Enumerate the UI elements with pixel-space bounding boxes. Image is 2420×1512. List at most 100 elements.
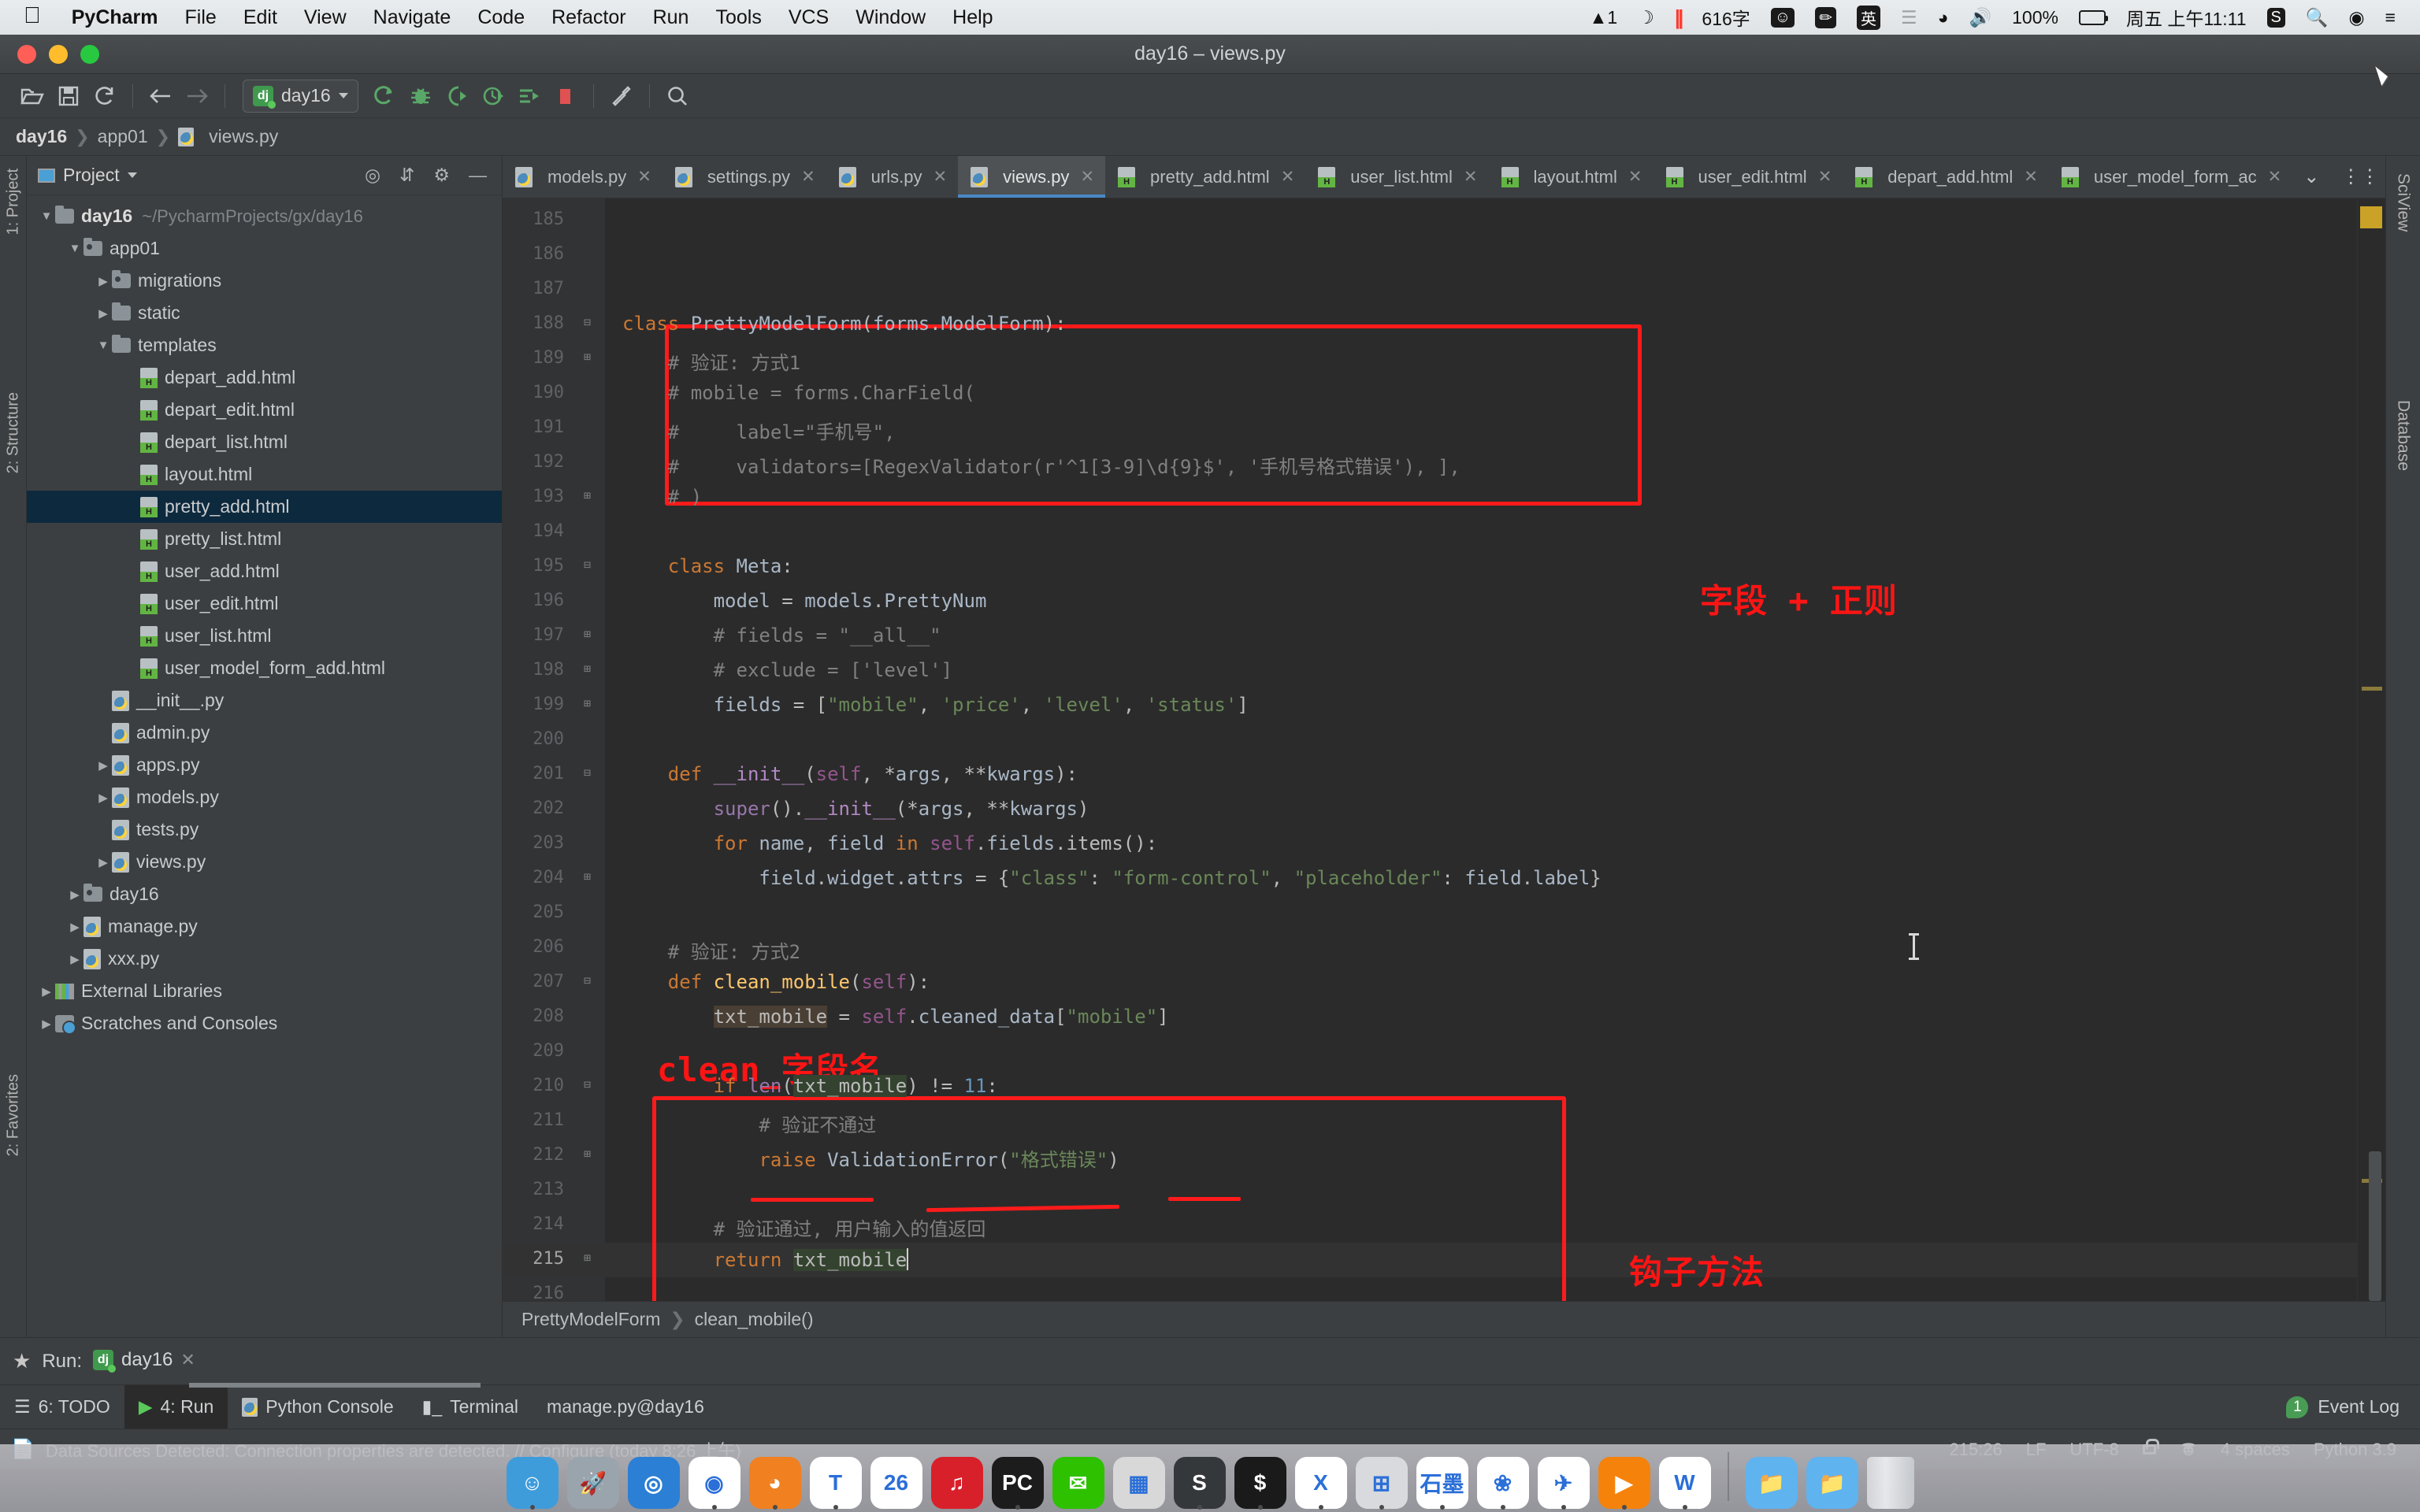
warning-marker[interactable]	[2360, 206, 2382, 228]
tree-item-user-add-html[interactable]: user_add.html	[27, 555, 502, 587]
editor-tab-user-edit-html[interactable]: user_edit.html✕	[1654, 156, 1843, 198]
dock-item-safari[interactable]: ◎	[628, 1457, 680, 1509]
dock-item-wechat[interactable]: ✉	[1052, 1457, 1104, 1509]
dock-item-keynote-preview[interactable]: ▦	[1113, 1457, 1165, 1509]
battery-icon[interactable]	[2079, 10, 2106, 25]
apple-icon[interactable]: 	[11, 5, 58, 31]
tree-expand-arrow[interactable]	[95, 726, 112, 739]
editor-tab-models-py[interactable]: models.py✕	[503, 156, 663, 198]
dock-trash[interactable]	[1867, 1457, 1914, 1509]
menu-code[interactable]: Code	[464, 6, 538, 29]
finder-icon[interactable]: ☺	[507, 1457, 559, 1509]
dock-item-finder[interactable]: ☺	[507, 1457, 559, 1509]
tool-window-button-manage-py-day16[interactable]: manage.py@day16	[533, 1385, 718, 1429]
menu-vcs[interactable]: VCS	[775, 6, 842, 29]
rail-button-sciview[interactable]: SciView	[2394, 173, 2413, 232]
control-center-icon[interactable]: ≡	[2385, 7, 2396, 28]
pycharm-icon[interactable]: PC	[992, 1457, 1044, 1509]
tree-item-pretty-list-html[interactable]: pretty_list.html	[27, 523, 502, 555]
firefox-icon[interactable]: ◕	[749, 1457, 801, 1509]
code-line[interactable]: class Meta:	[622, 555, 793, 577]
code-line[interactable]: fields = ["mobile", 'price', 'level', 's…	[622, 694, 1249, 716]
tree-expand-arrow[interactable]: ▶	[38, 1017, 55, 1031]
tree-item-apps-py[interactable]: ▶apps.py	[27, 749, 502, 781]
tree-item-tests-py[interactable]: tests.py	[27, 813, 502, 846]
hide-panel-icon[interactable]: —	[463, 165, 492, 186]
downloads-folder-icon[interactable]: 📁	[1746, 1457, 1798, 1509]
trash-icon[interactable]	[1867, 1457, 1914, 1509]
editor-tab-pretty-add-html[interactable]: pretty_add.html✕	[1105, 156, 1305, 198]
emoji-input-icon[interactable]: ☺	[1771, 8, 1795, 28]
code-fold-marker[interactable]: ⊞	[584, 696, 591, 710]
code-fold-marker[interactable]: ⊟	[584, 558, 591, 572]
tree-expand-arrow[interactable]: ▼	[66, 242, 84, 255]
tree-expand-arrow[interactable]	[123, 565, 140, 578]
editor-breadcrumb-method[interactable]: clean_mobile()	[695, 1309, 814, 1330]
dock-item-launchpad[interactable]: 🚀	[567, 1457, 619, 1509]
word-icon[interactable]: W	[1659, 1457, 1711, 1509]
close-icon[interactable]: ✕	[2024, 167, 2038, 187]
code-line[interactable]: def __init__(self, *args, **kwargs):	[622, 763, 1078, 785]
tree-expand-arrow[interactable]	[123, 468, 140, 481]
dock-item-pycharm[interactable]: PC	[992, 1457, 1044, 1509]
launchpad-icon[interactable]: 🚀	[567, 1457, 619, 1509]
tree-expand-arrow[interactable]: ▶	[66, 888, 84, 902]
profile-icon[interactable]	[475, 78, 511, 114]
open-folder-icon[interactable]	[14, 78, 50, 114]
code-fold-marker[interactable]: ⊞	[584, 627, 591, 641]
code-fold-marker[interactable]: ⊞	[584, 1251, 591, 1265]
tabs-grid-icon[interactable]: ⋮⋮	[2330, 156, 2385, 198]
editor-tab-views-py[interactable]: views.py✕	[958, 156, 1105, 198]
menu-view[interactable]: View	[291, 6, 360, 29]
pause-recording-icon[interactable]: ||	[1675, 6, 1682, 30]
tree-expand-arrow[interactable]	[95, 694, 112, 707]
netease-music-icon[interactable]: ♫	[931, 1457, 983, 1509]
scrollbar-thumb[interactable]	[2369, 1151, 2381, 1301]
code-line[interactable]: # )	[622, 486, 702, 508]
stop-icon[interactable]	[547, 78, 584, 114]
code-line[interactable]: # 验证: 方式2	[622, 936, 800, 964]
settings-wrench-icon[interactable]	[603, 78, 640, 114]
close-icon[interactable]: ✕	[1464, 167, 1478, 187]
tree-item-models-py[interactable]: ▶models.py	[27, 781, 502, 813]
code-line[interactable]: # validators=[RegexValidator(r'^1[3-9]\d…	[622, 451, 1461, 479]
breadcrumb-item-viewspy[interactable]: views.py	[209, 126, 278, 147]
dock-item-netease-music[interactable]: ♫	[931, 1457, 983, 1509]
run-icon[interactable]	[366, 78, 403, 114]
code-fold-marker[interactable]: ⊟	[584, 315, 591, 329]
tree-item-day16[interactable]: ▼day16~/PycharmProjects/gx/day16	[27, 200, 502, 232]
dock-item-remote-desktop[interactable]: ⊞	[1356, 1457, 1408, 1509]
tree-item-pretty-add-html[interactable]: pretty_add.html	[27, 491, 502, 523]
typora-icon[interactable]: T	[810, 1457, 862, 1509]
dock-item-chrome[interactable]: ◉	[689, 1457, 740, 1509]
run-with-console-icon[interactable]	[511, 78, 547, 114]
project-file-tree[interactable]: ▼day16~/PycharmProjects/gx/day16▼app01▶m…	[27, 195, 502, 1337]
dock-item-photos[interactable]: ❀	[1477, 1457, 1529, 1509]
sync-icon[interactable]	[87, 78, 123, 114]
run-configuration-selector[interactable]: dj day16	[243, 80, 358, 113]
dock-item-word[interactable]: W	[1659, 1457, 1711, 1509]
scroll-from-source-icon[interactable]: ◎	[359, 165, 386, 186]
gear-icon[interactable]: ⚙	[428, 165, 455, 186]
maximize-window-button[interactable]	[80, 45, 99, 64]
safari-icon[interactable]: ◎	[628, 1457, 680, 1509]
code-fold-marker[interactable]: ⊞	[584, 869, 591, 884]
tree-expand-arrow[interactable]	[123, 532, 140, 546]
tree-item-admin-py[interactable]: admin.py	[27, 717, 502, 749]
dock-documents-folder[interactable]: 📁	[1806, 1457, 1858, 1509]
tree-item-templates[interactable]: ▼templates	[27, 329, 502, 361]
breadcrumb-item-day16[interactable]: day16	[16, 126, 67, 147]
tree-expand-arrow[interactable]: ▶	[66, 952, 84, 966]
calendar-icon[interactable]: 26	[870, 1457, 922, 1509]
tree-item-xxx-py[interactable]: ▶xxx.py	[27, 943, 502, 975]
show-more-tabs-icon[interactable]: ⌄	[2292, 156, 2330, 198]
back-arrow-icon[interactable]	[143, 78, 179, 114]
excel-icon[interactable]: X	[1295, 1457, 1347, 1509]
save-icon[interactable]	[50, 78, 87, 114]
code-line[interactable]: for name, field in self.fields.items():	[622, 832, 1157, 854]
editor-tab-bar[interactable]: models.py✕settings.py✕urls.py✕views.py✕p…	[503, 156, 2385, 198]
editor-tab-user-model-form-ac[interactable]: user_model_form_ac✕	[2049, 156, 2292, 198]
dock-item-xunlei[interactable]: ▶	[1598, 1457, 1650, 1509]
sogou-ime-icon[interactable]: S	[2267, 8, 2285, 28]
debug-icon[interactable]	[403, 78, 439, 114]
